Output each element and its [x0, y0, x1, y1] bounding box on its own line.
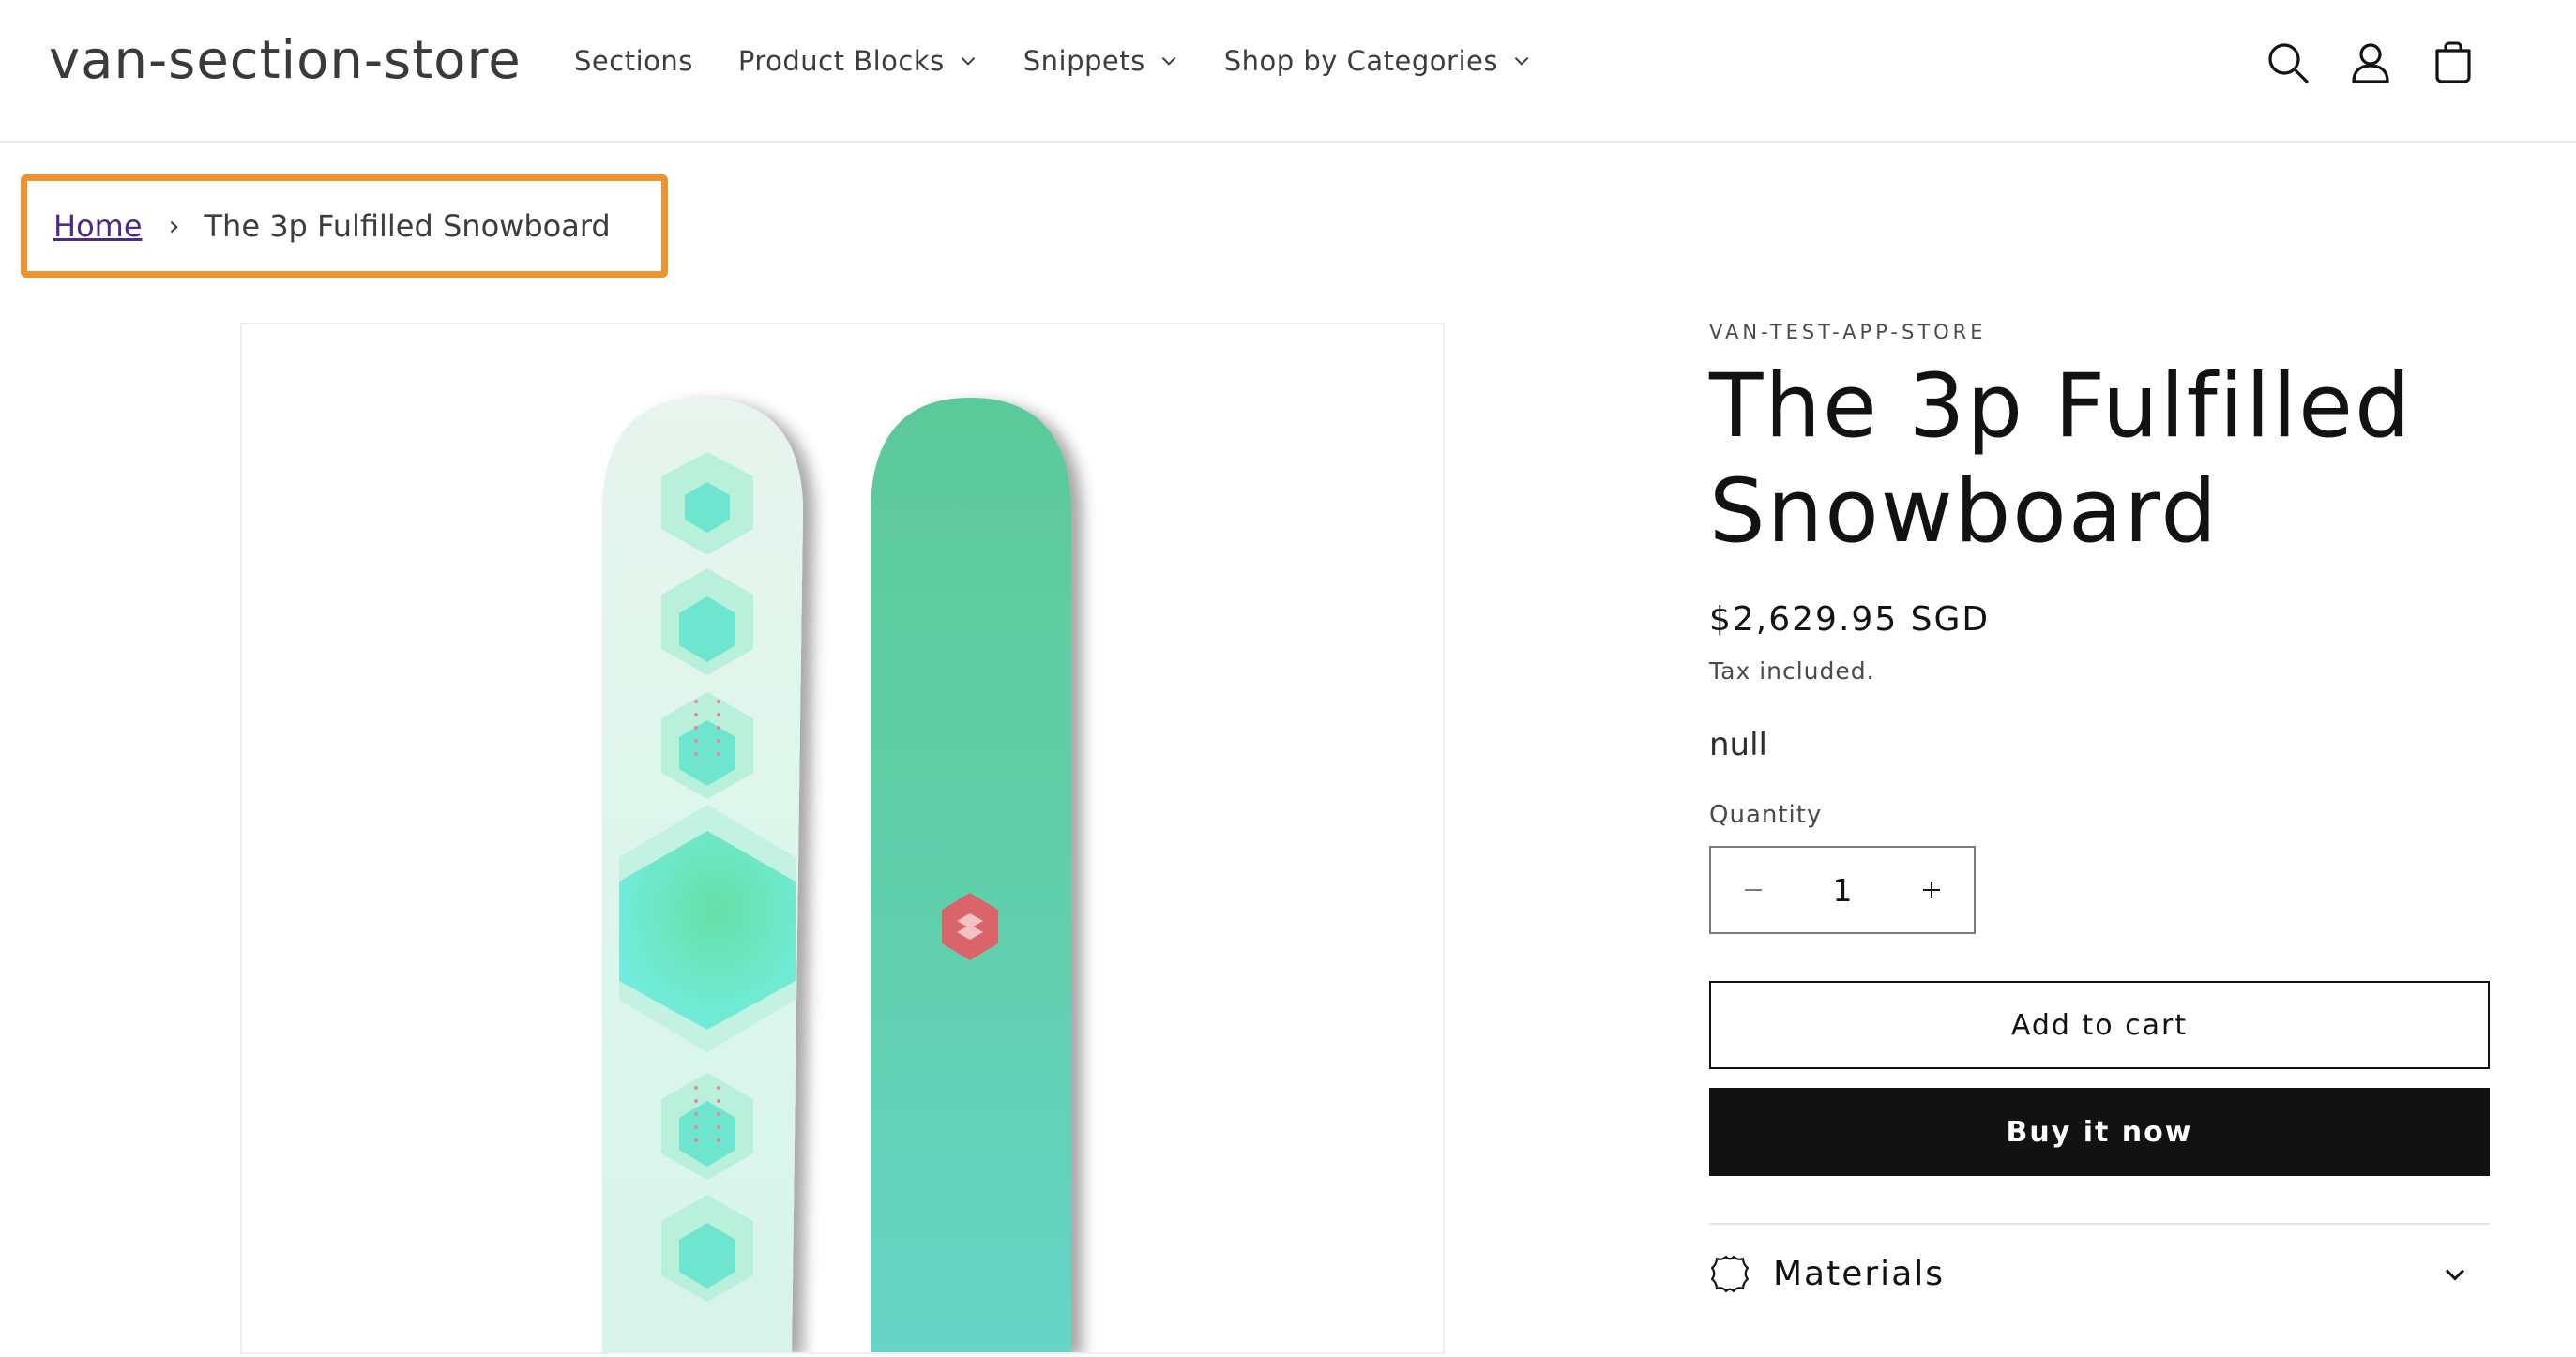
quantity-decrease-button[interactable]	[1711, 848, 1796, 932]
nav-item-sections[interactable]: Sections	[574, 45, 693, 77]
product-vendor: VAN-TEST-APP-STORE	[1709, 321, 1987, 343]
leather-icon	[1710, 1255, 1750, 1293]
product-price: $2,629.95 SGD	[1709, 600, 1991, 639]
nav-item-label: Sections	[574, 45, 693, 77]
nav-item-label: Product Blocks	[737, 45, 945, 77]
product-description: null	[1709, 726, 1767, 763]
plus-icon	[1923, 882, 1940, 898]
cart-icon[interactable]	[2430, 39, 2477, 86]
buy-it-now-button[interactable]: Buy it now	[1709, 1088, 2490, 1176]
breadcrumb: Home › The 3p Fulfilled Snowboard	[21, 174, 668, 278]
store-logo[interactable]: van-section-store	[49, 30, 522, 91]
chevron-down-icon	[1514, 56, 1529, 66]
site-header: van-section-store Sections Product Block…	[0, 0, 2576, 143]
search-icon[interactable]	[2265, 39, 2311, 86]
product-info: VAN-TEST-APP-STORE The 3p Fulfilled Snow…	[1709, 321, 2490, 1322]
quantity-increase-button[interactable]	[1889, 848, 1974, 932]
nav-item-shop-by-categories[interactable]: Shop by Categories	[1224, 45, 1532, 77]
accordion-label: Materials	[1773, 1254, 1946, 1293]
nav-item-snippets[interactable]: Snippets	[1023, 45, 1179, 77]
breadcrumb-home-link[interactable]: Home	[53, 208, 143, 244]
tax-note: Tax included.	[1709, 657, 1875, 685]
materials-accordion[interactable]: Materials	[1709, 1225, 2490, 1322]
quantity-input[interactable]	[1803, 870, 1882, 910]
product-media[interactable]	[240, 323, 1445, 1354]
quantity-label: Quantity	[1709, 801, 1823, 829]
nav-item-label: Shop by Categories	[1223, 45, 1498, 77]
account-icon[interactable]	[2347, 39, 2394, 86]
product-image	[602, 398, 1071, 1352]
nav-item-label: Snippets	[1023, 45, 1145, 77]
quantity-stepper	[1709, 846, 1976, 934]
minus-icon	[1745, 889, 1762, 891]
add-to-cart-button[interactable]: Add to cart	[1709, 981, 2490, 1069]
breadcrumb-current: The 3p Fulfilled Snowboard	[204, 208, 611, 244]
chevron-down-icon	[961, 56, 976, 66]
product-title: The 3p Fulfilled Snowboard	[1709, 355, 2413, 563]
chevron-down-icon	[2445, 1269, 2465, 1281]
nav-item-product-blocks[interactable]: Product Blocks	[738, 45, 978, 77]
main-nav: Sections Product Blocks Snippets Shop by…	[574, 45, 1577, 77]
breadcrumb-separator: ›	[168, 209, 180, 243]
chevron-down-icon	[1161, 56, 1176, 66]
